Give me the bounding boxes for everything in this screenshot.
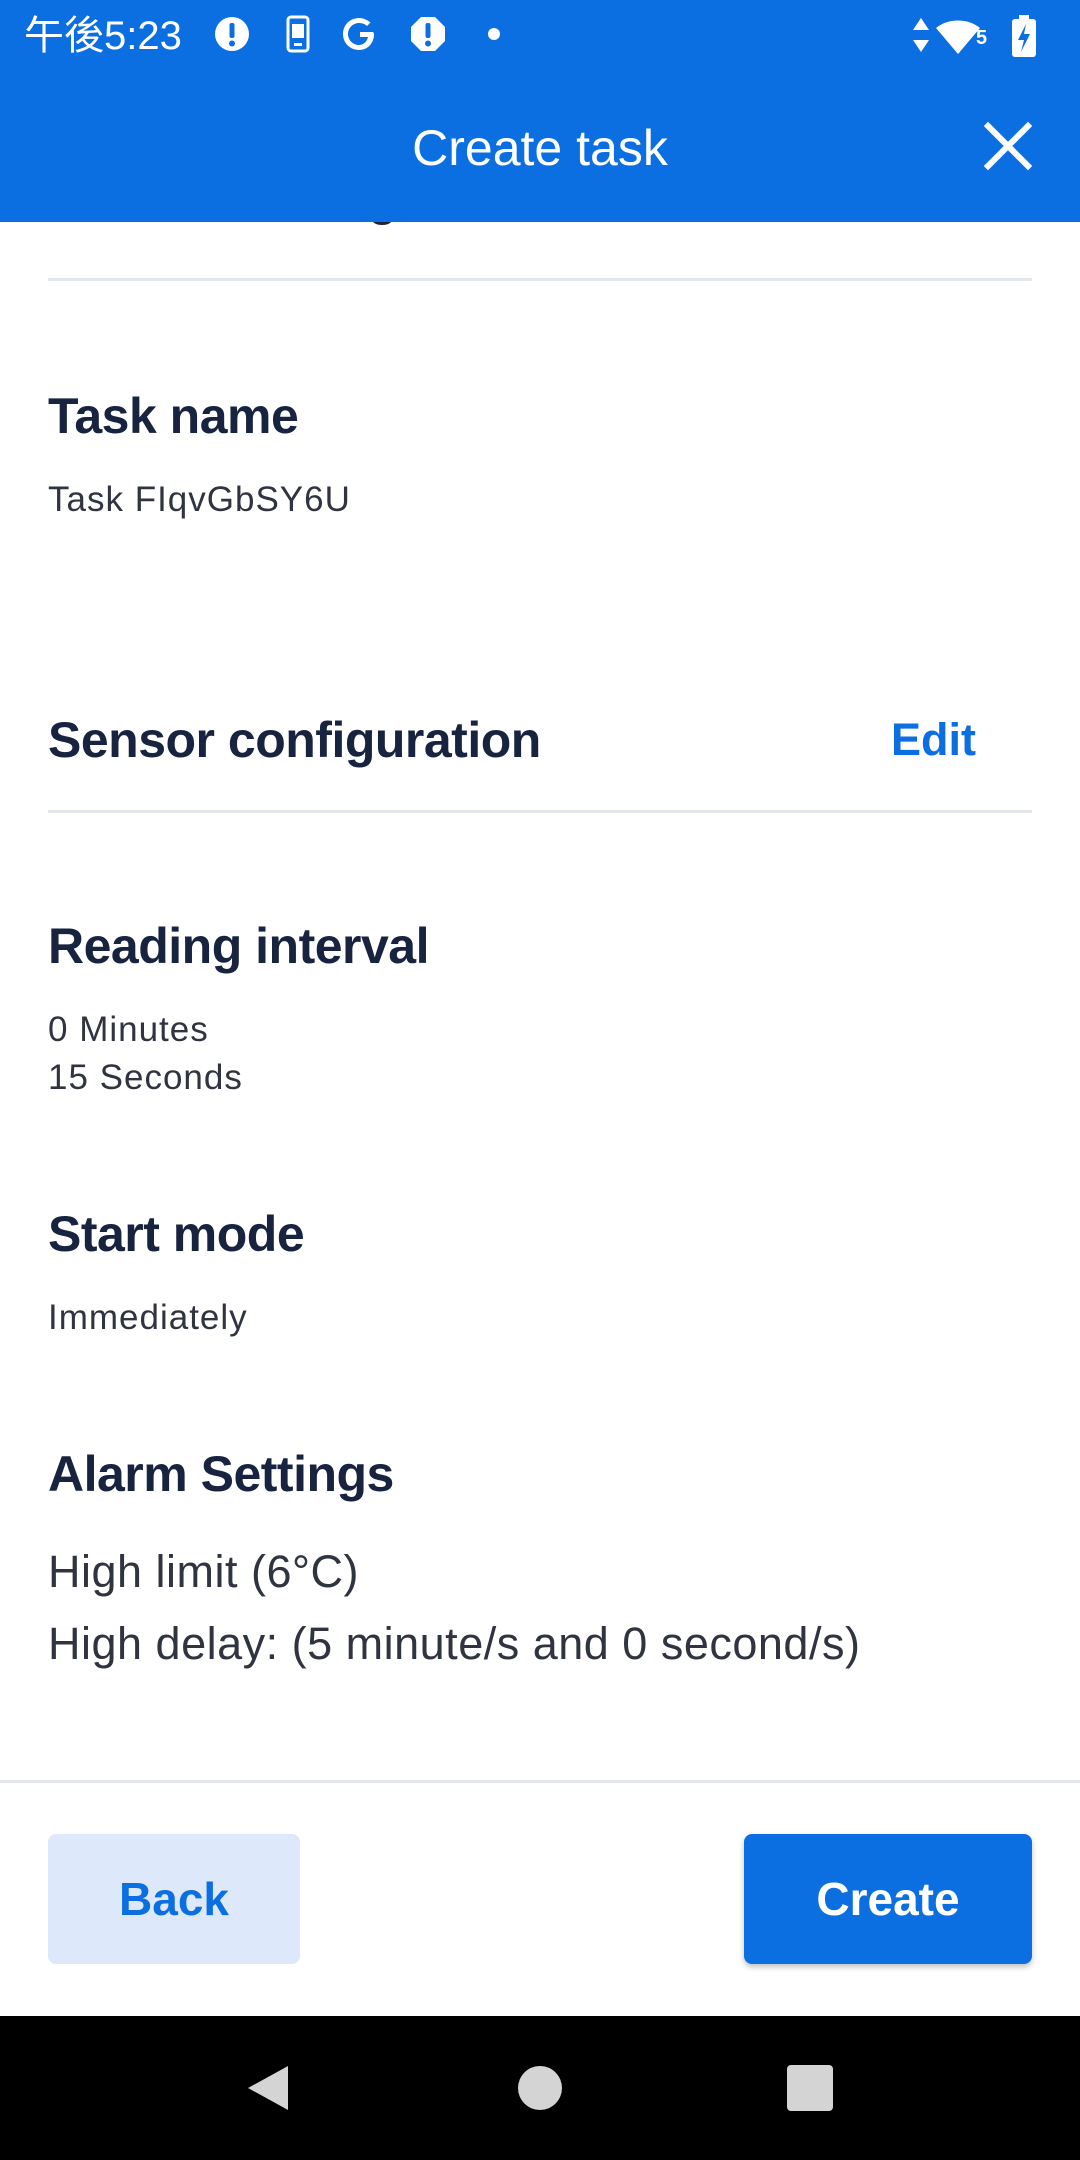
network-badge: 5 [976, 27, 988, 49]
alarm-high-limit: High limit (6°C) [48, 1546, 360, 1597]
reading-interval-minutes: 0 Minutes [48, 1010, 209, 1049]
start-mode-value: Immediately [48, 1298, 248, 1337]
battery-charging-icon [1012, 15, 1036, 57]
recents-square-icon[interactable] [782, 2060, 838, 2116]
google-icon [343, 18, 374, 50]
dot-icon [488, 28, 500, 40]
sensor-configuration-title: Sensor configuration [48, 712, 541, 768]
status-time: 午後5:23 [24, 14, 182, 58]
general-settings-heading: General settings [48, 222, 424, 230]
create-button[interactable]: Create [744, 1834, 1032, 1964]
footer-divider [0, 1780, 1080, 1783]
alarm-high-delay: High delay: (5 minute/s and 0 second/s) [48, 1618, 861, 1669]
reading-interval-seconds: 15 Seconds [48, 1058, 243, 1097]
wifi-icon [936, 20, 980, 54]
home-circle-icon[interactable] [512, 2060, 568, 2116]
reading-interval-title: Reading interval [48, 918, 430, 974]
close-icon[interactable] [976, 114, 1040, 178]
divider [48, 810, 1032, 813]
status-right-icons: 5 [910, 12, 1050, 60]
back-button[interactable]: Back [48, 1834, 300, 1964]
alarm-settings-title: Alarm Settings [48, 1446, 394, 1502]
edit-sensor-configuration-link[interactable]: Edit [891, 710, 976, 770]
status-bar: 午後5:23 5 [0, 0, 1080, 72]
alert-icon [411, 17, 445, 51]
system-navigation-bar [0, 2016, 1080, 2160]
start-mode-title: Start mode [48, 1206, 305, 1262]
data-arrows-icon [913, 18, 929, 52]
phone-device-icon [286, 15, 310, 53]
app-bar: Create task [0, 72, 1080, 222]
alert-icon [215, 17, 249, 51]
task-name-title: Task name [48, 388, 299, 444]
page-title: Create task [412, 120, 668, 176]
task-summary-content[interactable]: General settings Task name Task FIqvGbSY… [0, 222, 1080, 1780]
back-triangle-icon[interactable] [240, 2060, 296, 2116]
task-name-value: Task FIqvGbSY6U [48, 480, 351, 519]
divider [48, 278, 1032, 281]
